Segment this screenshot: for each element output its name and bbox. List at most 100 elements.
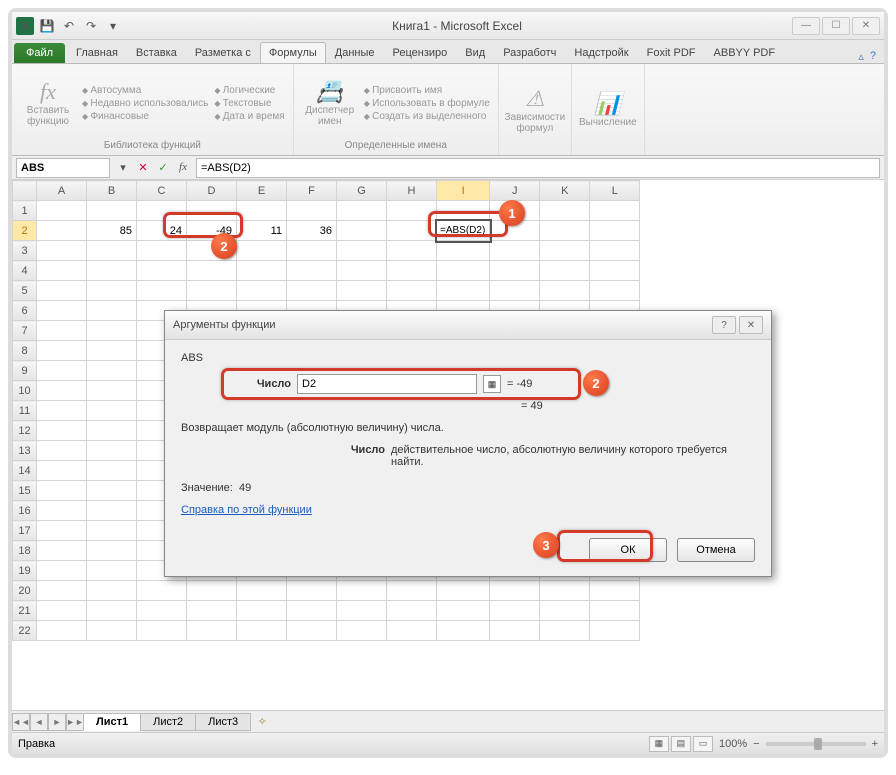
tab-view[interactable]: Вид	[456, 42, 494, 63]
tab-layout[interactable]: Разметка с	[186, 42, 260, 63]
row-header-5[interactable]: 5	[13, 281, 37, 301]
fx-icon-bar[interactable]: fx	[174, 161, 192, 174]
view-normal-icon[interactable]: ▦	[649, 736, 669, 752]
minimize-ribbon-icon[interactable]: ▵	[858, 50, 864, 63]
col-header-D[interactable]: D	[187, 181, 237, 201]
col-header-J[interactable]: J	[490, 181, 540, 201]
formula-input[interactable]: =ABS(D2)	[196, 158, 880, 178]
close-button[interactable]: ✕	[852, 17, 880, 35]
recent-button[interactable]: Недавно использовались	[82, 98, 208, 109]
row-header-7[interactable]: 7	[13, 321, 37, 341]
dialog-help-button[interactable]: ?	[712, 316, 736, 334]
cell-F2[interactable]: 36	[287, 221, 337, 241]
enter-formula-icon[interactable]: ✓	[154, 161, 172, 174]
tab-home[interactable]: Главная	[67, 42, 127, 63]
col-header-F[interactable]: F	[287, 181, 337, 201]
cell-I2[interactable]: =ABS(D2)	[437, 221, 490, 241]
col-header-H[interactable]: H	[387, 181, 437, 201]
row-header-1[interactable]: 1	[13, 201, 37, 221]
maximize-button[interactable]: ☐	[822, 17, 850, 35]
undo-icon[interactable]: ↶	[60, 17, 78, 35]
col-header-G[interactable]: G	[337, 181, 387, 201]
col-header-I[interactable]: I	[437, 181, 490, 201]
text-button[interactable]: Текстовые	[214, 98, 284, 109]
calculation-button[interactable]: 📊 Вычисление	[580, 68, 636, 151]
autosum-button[interactable]: Автосумма	[82, 85, 208, 96]
cell-J2[interactable]	[490, 221, 540, 241]
cell-L2[interactable]	[590, 221, 640, 241]
formula-auditing-button[interactable]: ⚠ Зависимости формул	[507, 68, 563, 151]
col-header-L[interactable]: L	[590, 181, 640, 201]
row-header-6[interactable]: 6	[13, 301, 37, 321]
name-manager-button[interactable]: 📇 Диспетчер имен	[302, 68, 358, 138]
cancel-formula-icon[interactable]: ✕	[134, 161, 152, 174]
datetime-button[interactable]: Дата и время	[214, 111, 284, 122]
use-in-formula-button[interactable]: Использовать в формуле	[364, 98, 490, 109]
tab-file[interactable]: Файл	[14, 43, 65, 63]
cell-C2[interactable]: 24	[137, 221, 187, 241]
row-header-11[interactable]: 11	[13, 401, 37, 421]
cell-G2[interactable]	[337, 221, 387, 241]
col-header-C[interactable]: C	[137, 181, 187, 201]
zoom-in-button[interactable]: +	[872, 738, 878, 750]
row-header-9[interactable]: 9	[13, 361, 37, 381]
sheet-nav-first[interactable]: ◄◄	[12, 713, 30, 731]
sheet-tab-1[interactable]: Лист1	[83, 713, 141, 731]
tab-data[interactable]: Данные	[326, 42, 384, 63]
tab-abbyy[interactable]: ABBYY PDF	[705, 42, 785, 63]
row-header-16[interactable]: 16	[13, 501, 37, 521]
cell-B2[interactable]: 85	[87, 221, 137, 241]
range-picker-icon[interactable]: ▦	[483, 375, 501, 393]
minimize-button[interactable]: —	[792, 17, 820, 35]
tab-foxit[interactable]: Foxit PDF	[638, 42, 705, 63]
tab-developer[interactable]: Разработч	[494, 42, 565, 63]
qat-dropdown-icon[interactable]: ▾	[104, 17, 122, 35]
help-icon[interactable]: ?	[870, 50, 876, 63]
name-box[interactable]: ABS	[16, 158, 110, 178]
row-header-19[interactable]: 19	[13, 561, 37, 581]
row-header-12[interactable]: 12	[13, 421, 37, 441]
cell-D2[interactable]: -49	[187, 221, 237, 241]
select-all-corner[interactable]	[13, 181, 37, 201]
define-name-button[interactable]: Присвоить имя	[364, 85, 490, 96]
sheet-nav-last[interactable]: ►►	[66, 713, 84, 731]
sheet-nav-next[interactable]: ►	[48, 713, 66, 731]
row-header-21[interactable]: 21	[13, 601, 37, 621]
cell-E2[interactable]: 11	[237, 221, 287, 241]
row-header-22[interactable]: 22	[13, 621, 37, 641]
tab-insert[interactable]: Вставка	[127, 42, 186, 63]
row-header-10[interactable]: 10	[13, 381, 37, 401]
sheet-tab-3[interactable]: Лист3	[195, 713, 251, 731]
row-header-14[interactable]: 14	[13, 461, 37, 481]
zoom-level[interactable]: 100%	[719, 738, 747, 750]
view-pagebreak-icon[interactable]: ▭	[693, 736, 713, 752]
zoom-out-button[interactable]: −	[753, 738, 759, 750]
save-icon[interactable]: 💾	[38, 17, 56, 35]
financial-button[interactable]: Финансовые	[82, 111, 208, 122]
row-header-15[interactable]: 15	[13, 481, 37, 501]
new-sheet-button[interactable]: ✧	[251, 715, 273, 728]
cell-H2[interactable]	[387, 221, 437, 241]
dialog-close-button[interactable]: ✕	[739, 316, 763, 334]
row-header-13[interactable]: 13	[13, 441, 37, 461]
row-header-20[interactable]: 20	[13, 581, 37, 601]
namebox-dropdown-icon[interactable]: ▾	[114, 161, 132, 174]
ok-button[interactable]: ОК	[589, 538, 667, 562]
col-header-A[interactable]: A	[37, 181, 87, 201]
cancel-button[interactable]: Отмена	[677, 538, 755, 562]
tab-addins[interactable]: Надстройк	[565, 42, 637, 63]
sheet-nav-prev[interactable]: ◄	[30, 713, 48, 731]
row-header-8[interactable]: 8	[13, 341, 37, 361]
row-header-18[interactable]: 18	[13, 541, 37, 561]
function-help-link[interactable]: Справка по этой функции	[181, 504, 312, 516]
row-header-17[interactable]: 17	[13, 521, 37, 541]
col-header-E[interactable]: E	[237, 181, 287, 201]
redo-icon[interactable]: ↷	[82, 17, 100, 35]
zoom-slider[interactable]	[766, 742, 866, 746]
row-header-4[interactable]: 4	[13, 261, 37, 281]
logical-button[interactable]: Логические	[214, 85, 284, 96]
sheet-tab-2[interactable]: Лист2	[140, 713, 196, 731]
create-from-selection-button[interactable]: Создать из выделенного	[364, 111, 490, 122]
cell-A2[interactable]	[37, 221, 87, 241]
tab-review[interactable]: Рецензиро	[384, 42, 457, 63]
